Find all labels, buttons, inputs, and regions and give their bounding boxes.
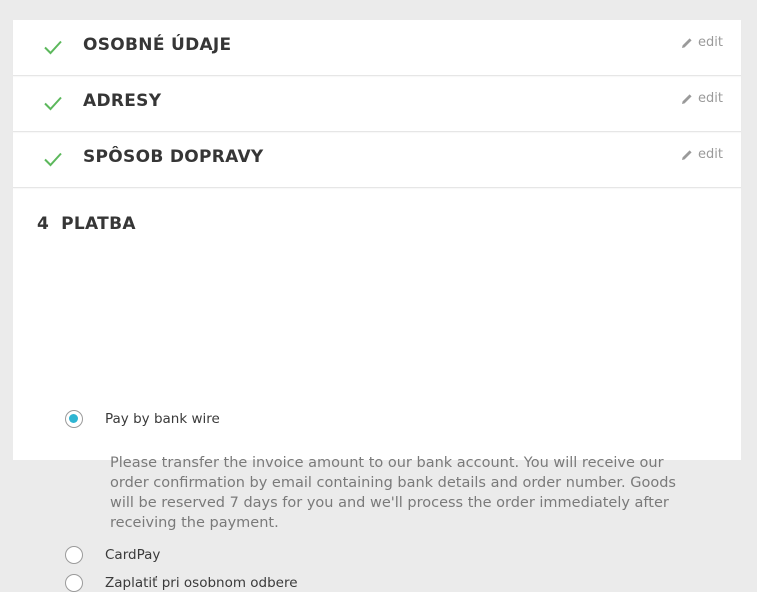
check-icon xyxy=(43,93,63,113)
step-title: PLATBA xyxy=(61,214,136,234)
edit-link[interactable]: edit xyxy=(681,147,723,162)
check-icon xyxy=(43,149,63,169)
payment-option-pickup[interactable]: Zaplatiť pri osobnom odbere xyxy=(65,574,298,592)
pencil-icon xyxy=(681,37,693,49)
check-icon xyxy=(43,37,63,57)
step-title: OSOBNÉ ÚDAJE xyxy=(83,35,232,55)
pencil-icon xyxy=(681,149,693,161)
radio-button[interactable] xyxy=(65,410,83,428)
payment-option-label: Zaplatiť pri osobnom odbere xyxy=(105,575,298,591)
payment-option-cardpay[interactable]: CardPay xyxy=(65,546,160,564)
payment-option-label: Pay by bank wire xyxy=(105,411,220,427)
checkout-panel: OSOBNÉ ÚDAJE edit ADRESY edit SPÔSOB DOP… xyxy=(13,20,741,592)
pencil-icon xyxy=(681,93,693,105)
edit-link[interactable]: edit xyxy=(681,35,723,50)
edit-label: edit xyxy=(698,35,723,50)
step-shipping-method[interactable]: SPÔSOB DOPRAVY edit xyxy=(13,132,741,188)
payment-option-label: CardPay xyxy=(105,547,161,563)
radio-button[interactable] xyxy=(65,546,83,564)
step-title: ADRESY xyxy=(83,91,162,111)
bank-wire-description: Please transfer the invoice amount to ou… xyxy=(110,455,676,531)
radio-button[interactable] xyxy=(65,574,83,592)
step-title: SPÔSOB DOPRAVY xyxy=(83,147,264,167)
payment-heading: 4 PLATBA xyxy=(37,214,136,234)
edit-label: edit xyxy=(698,147,723,162)
step-addresses[interactable]: ADRESY edit xyxy=(13,76,741,132)
edit-link[interactable]: edit xyxy=(681,91,723,106)
step-number: 4 xyxy=(37,214,50,234)
step-personal-info[interactable]: OSOBNÉ ÚDAJE edit xyxy=(13,20,741,76)
payment-option-bank-wire[interactable]: Pay by bank wire xyxy=(65,410,220,428)
edit-label: edit xyxy=(698,91,723,106)
